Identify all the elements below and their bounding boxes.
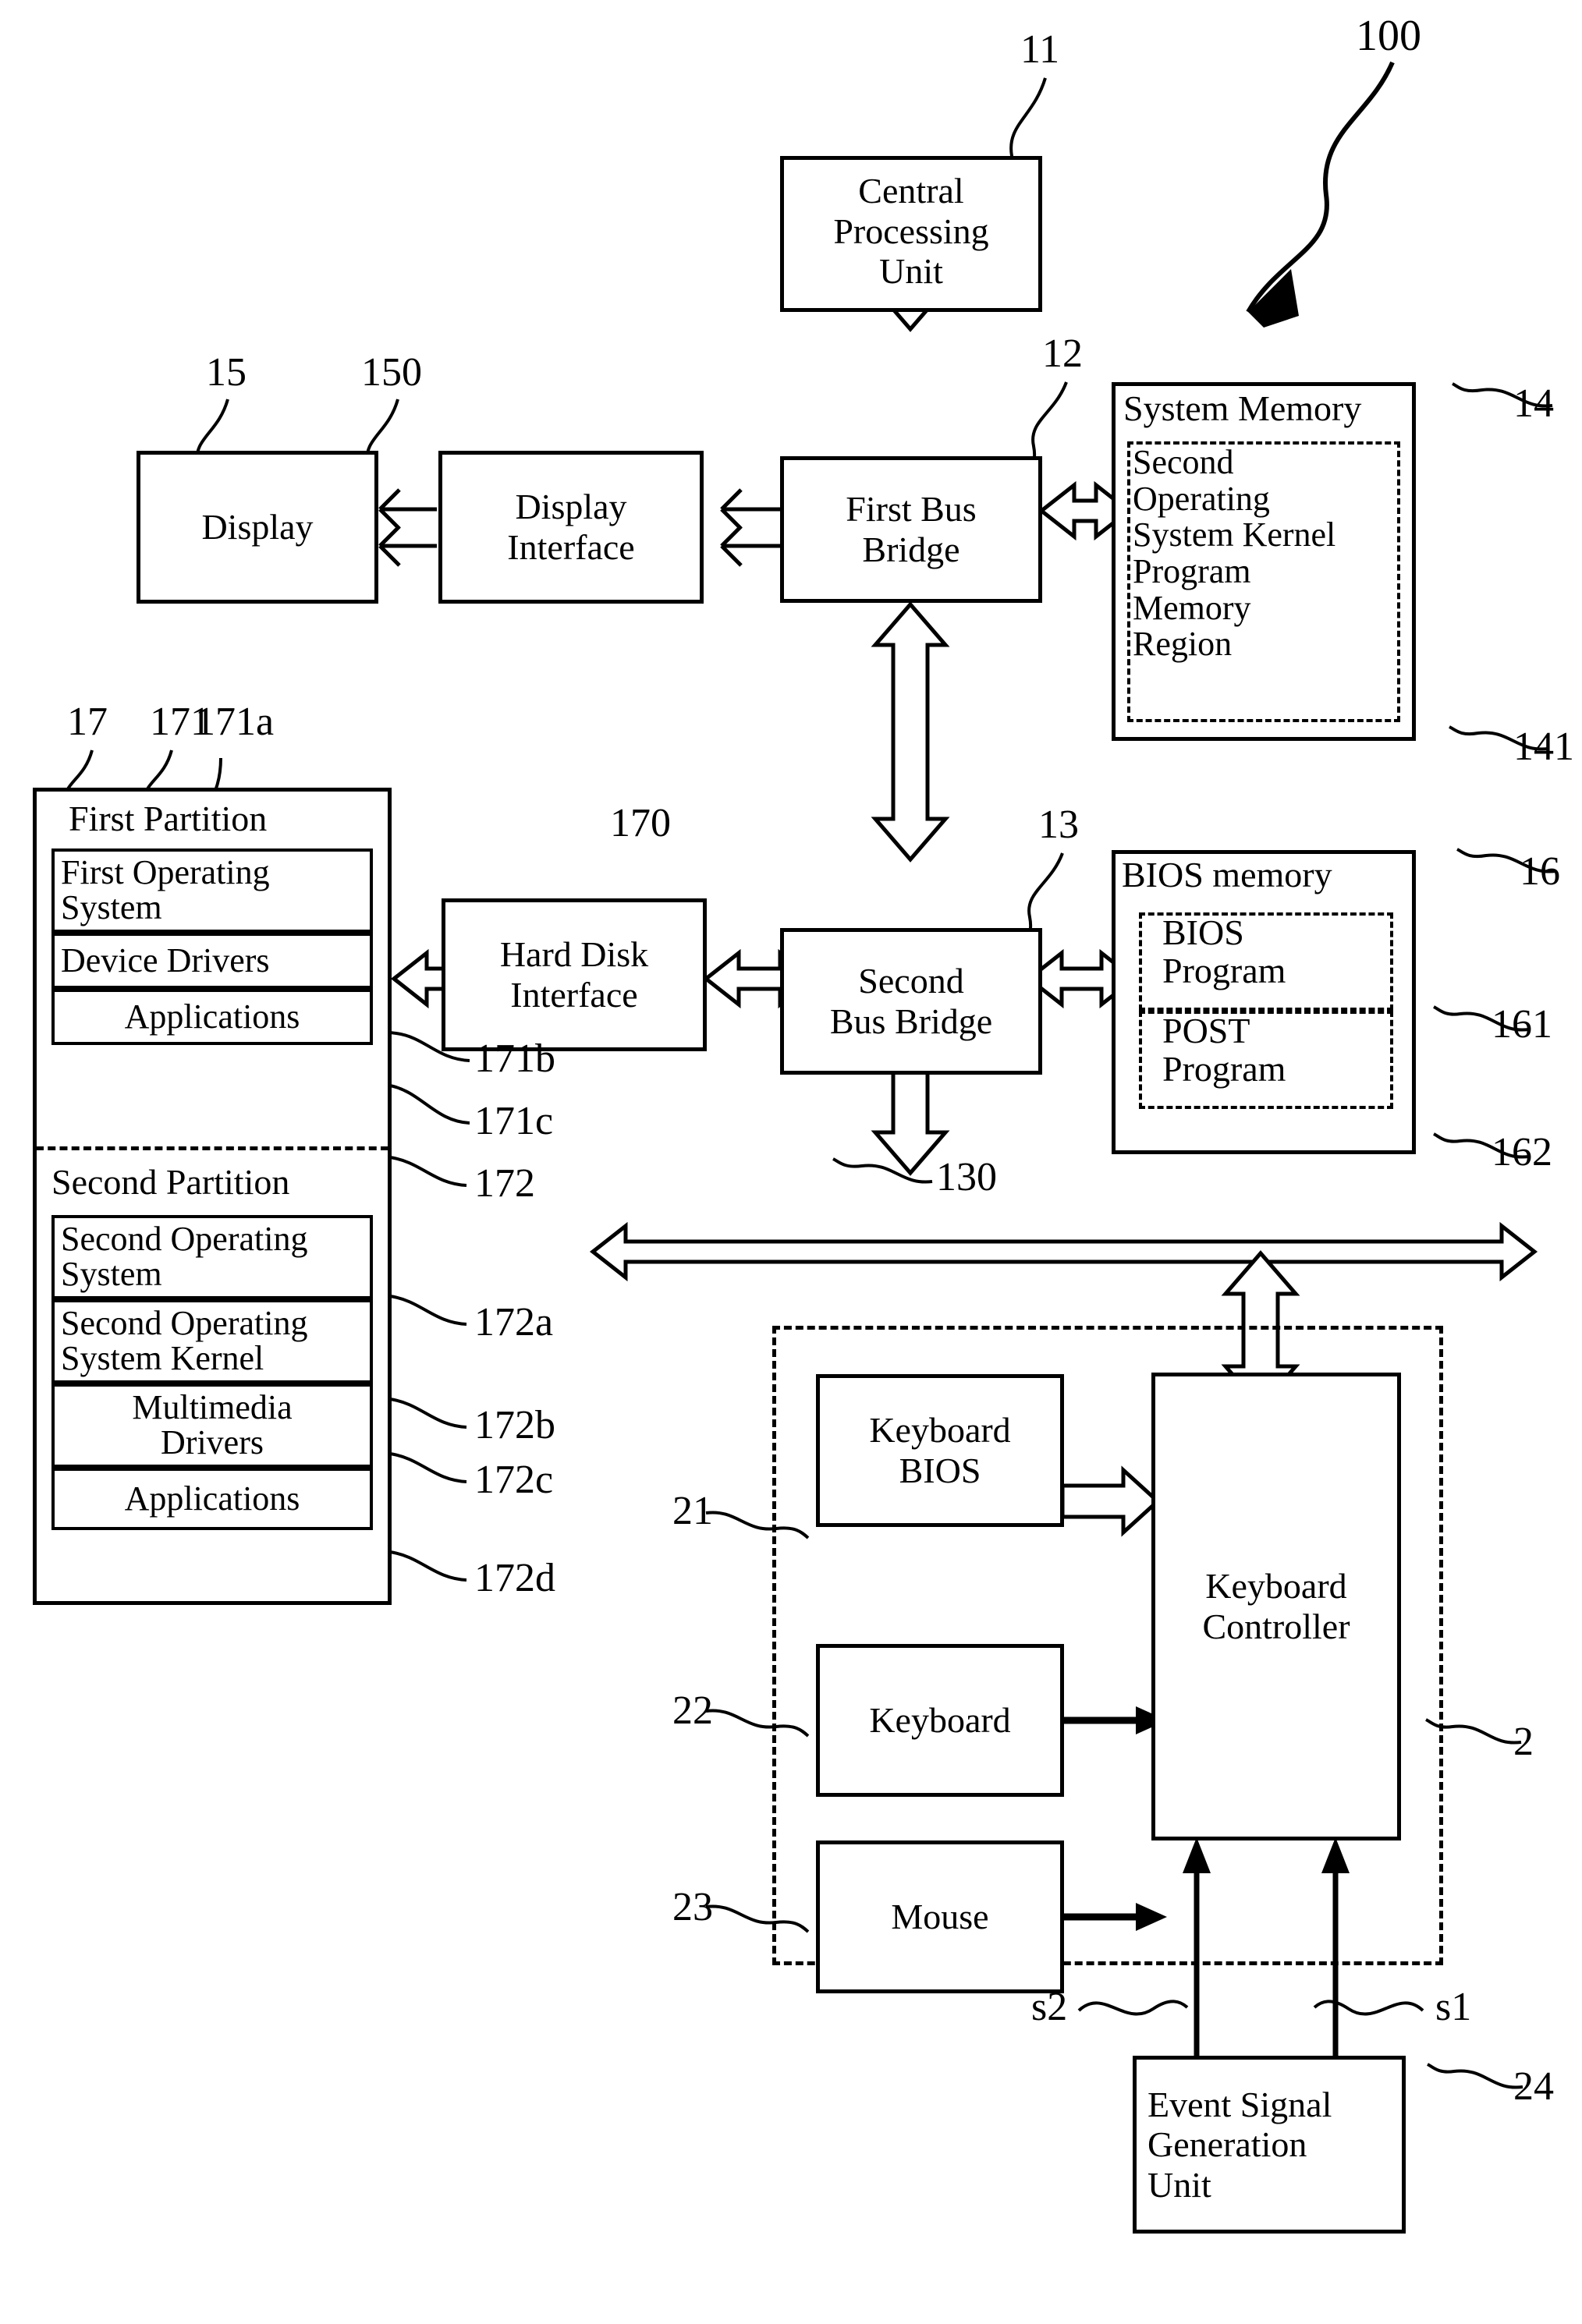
block-label: Second Operating System Kernel	[61, 1304, 308, 1377]
block-label: Applications	[124, 997, 300, 1036]
block-keyboard-bios[interactable]: Keyboard BIOS	[816, 1374, 1064, 1527]
ref-171c: 171c	[474, 1099, 554, 1143]
block-label: Keyboard	[869, 1700, 1011, 1741]
block-second-operating-system-kernel[interactable]: Second Operating System Kernel	[51, 1299, 373, 1383]
ref-141: 141	[1513, 724, 1574, 769]
block-first-operating-system[interactable]: First Operating System	[51, 848, 373, 933]
ref-170: 170	[610, 801, 671, 845]
ref-172d: 172d	[474, 1556, 555, 1600]
signal-label-s2: s2	[1031, 1985, 1068, 2029]
block-label: Mouse	[891, 1897, 989, 1937]
block-first-applications[interactable]: Applications	[51, 989, 373, 1045]
ref-130: 130	[936, 1155, 997, 1199]
ref-13: 13	[1038, 802, 1079, 847]
ref-171b: 171b	[474, 1036, 555, 1081]
block-device-drivers[interactable]: Device Drivers	[51, 933, 373, 989]
ref-150: 150	[361, 350, 422, 395]
system-leader-curve	[1246, 61, 1395, 314]
block-label: Display	[201, 507, 314, 547]
system-leader-arrowhead	[1248, 269, 1299, 328]
block-keyboard[interactable]: Keyboard	[816, 1644, 1064, 1797]
ref-21: 21	[672, 1489, 713, 1533]
ref-2: 2	[1513, 1720, 1534, 1764]
block-label: Keyboard Controller	[1202, 1566, 1350, 1646]
block-second-bus-bridge[interactable]: Second Bus Bridge	[780, 928, 1042, 1075]
ref-172: 172	[474, 1161, 535, 1206]
second-partition-title: Second Partition	[51, 1162, 290, 1202]
ref-161: 161	[1492, 1002, 1552, 1047]
block-keyboard-controller[interactable]: Keyboard Controller	[1151, 1373, 1401, 1840]
block-label: Hard Disk Interface	[499, 934, 649, 1015]
post-program-label: POST Program	[1162, 1011, 1286, 1089]
bios-program-label: BIOS Program	[1162, 912, 1286, 990]
block-label: Second Operating System	[61, 1220, 308, 1293]
first-partition-title: First Partition	[69, 799, 268, 838]
ref-171a: 171a	[195, 700, 275, 744]
ref-16: 16	[1520, 849, 1560, 894]
ref-14: 14	[1513, 381, 1554, 426]
block-label: Applications	[124, 1479, 300, 1518]
ref-15: 15	[206, 350, 247, 395]
block-event-signal-generation-unit[interactable]: Event Signal Generation Unit	[1133, 2056, 1406, 2234]
block-label: First Bus Bridge	[846, 489, 977, 569]
block-label: Central Processing Unit	[833, 171, 989, 292]
block-display-interface[interactable]: Display Interface	[438, 451, 704, 604]
block-hard-disk-interface[interactable]: Hard Disk Interface	[442, 898, 707, 1051]
block-label: Keyboard BIOS	[869, 1410, 1011, 1490]
ref-172b: 172b	[474, 1403, 555, 1447]
ref-17: 17	[67, 700, 108, 744]
ref-162: 162	[1492, 1130, 1552, 1174]
ref-23: 23	[672, 1885, 713, 1929]
block-second-applications[interactable]: Applications	[51, 1468, 373, 1530]
block-label: First Operating System	[61, 853, 270, 926]
ref-172a: 172a	[474, 1300, 554, 1344]
block-label: Device Drivers	[61, 941, 270, 980]
ref-100: 100	[1356, 12, 1421, 60]
block-second-operating-system[interactable]: Second Operating System	[51, 1215, 373, 1299]
partition-separator	[36, 1146, 388, 1150]
block-mouse[interactable]: Mouse	[816, 1840, 1064, 1993]
block-multimedia-drivers[interactable]: Multimedia Drivers	[51, 1383, 373, 1468]
bios-memory-title: BIOS memory	[1122, 855, 1332, 895]
block-central-processing-unit[interactable]: Central Processing Unit	[780, 156, 1042, 312]
block-label: Event Signal Generation Unit	[1147, 2084, 1332, 2205]
block-label: Second Bus Bridge	[829, 961, 993, 1041]
patent-figure-canvas: Central Processing Unit 11 100 First Bus…	[0, 0, 1582, 2324]
block-label: Display Interface	[507, 487, 635, 567]
ref-172c: 172c	[474, 1458, 554, 1502]
ref-22: 22	[672, 1688, 713, 1733]
block-display[interactable]: Display	[137, 451, 378, 604]
block-label: Multimedia Drivers	[132, 1388, 293, 1461]
ref-11: 11	[1020, 27, 1060, 72]
ref-12: 12	[1042, 331, 1083, 376]
second-os-kernel-region-label: Second Operating System Kernel Program M…	[1133, 443, 1336, 664]
ref-24: 24	[1513, 2064, 1554, 2109]
signal-label-s1: s1	[1435, 1985, 1472, 2029]
block-first-bus-bridge[interactable]: First Bus Bridge	[780, 456, 1042, 603]
system-memory-title: System Memory	[1123, 388, 1362, 428]
